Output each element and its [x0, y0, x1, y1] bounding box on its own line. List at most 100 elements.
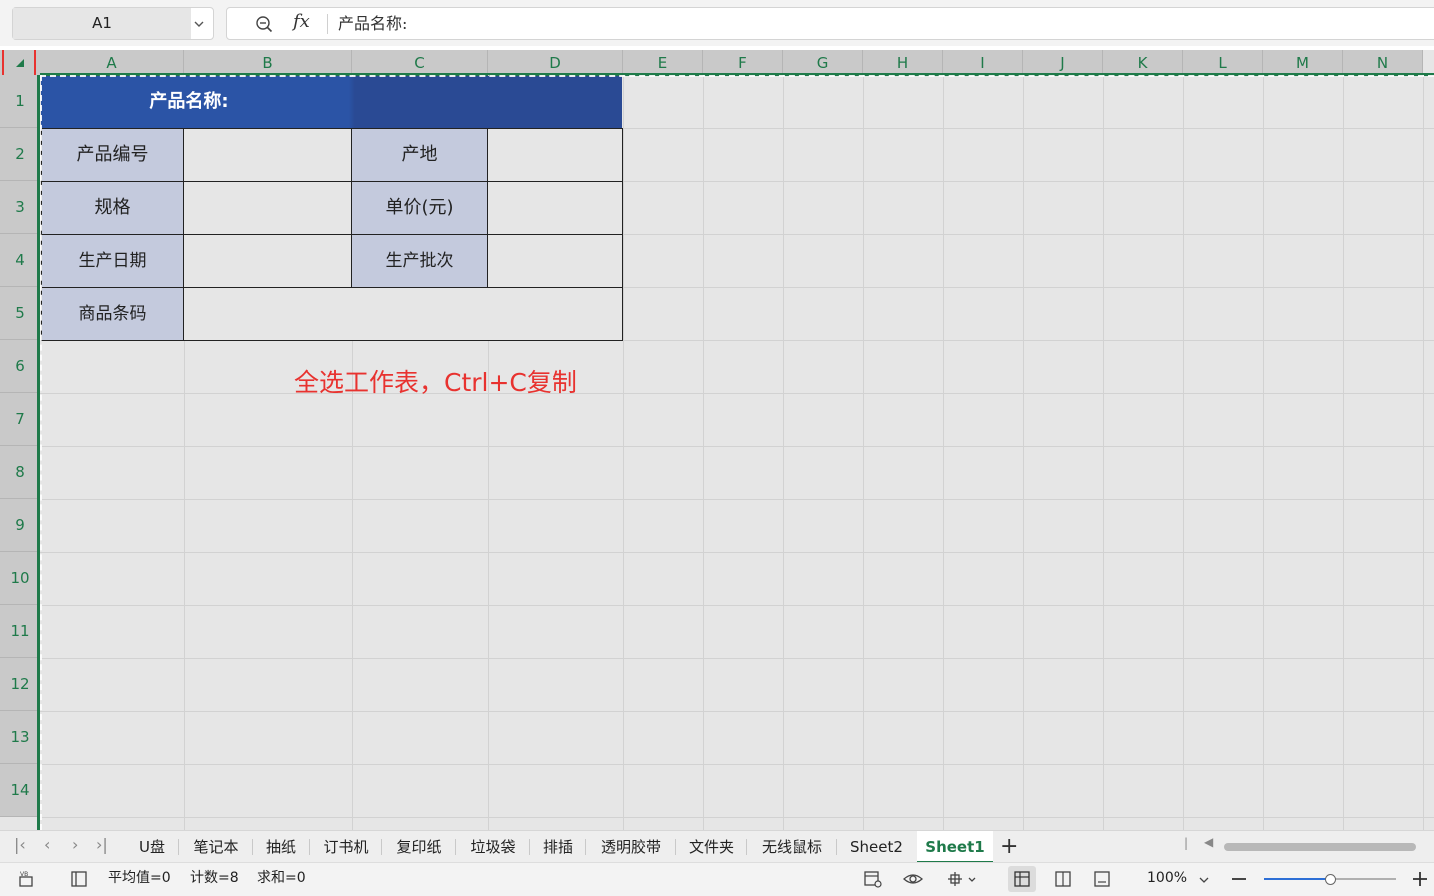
status-average[interactable]: 平均值=0 — [108, 863, 171, 894]
focus-mode-icon[interactable] — [946, 870, 978, 888]
horizontal-scrollbar[interactable] — [1224, 843, 1416, 851]
value-product-no[interactable] — [183, 128, 352, 182]
grid-column-line — [1263, 75, 1264, 830]
column-header-k[interactable]: K — [1103, 50, 1183, 75]
column-header-d[interactable]: D — [488, 50, 623, 75]
sheet-tab-bar: |‹ ‹ › ›| U盘 笔记本 抽纸 订书机 复印纸 垃圾袋 排插 透明胶带 文件夹 无线鼠标 S… — [0, 830, 1434, 863]
last-sheet-icon[interactable]: ›| — [96, 835, 108, 854]
add-sheet-button[interactable]: + — [1000, 834, 1018, 859]
zoom-search-icon[interactable] — [255, 15, 273, 33]
grid-column-line — [1023, 75, 1024, 830]
sheet-tab-separator — [178, 839, 179, 855]
row-header-9[interactable]: 9 — [0, 499, 40, 552]
row-header-4[interactable]: 4 — [0, 234, 40, 287]
grid-column-line — [1103, 75, 1104, 830]
column-header-n[interactable]: N — [1343, 50, 1423, 75]
sheet-tab-5[interactable]: 垃圾袋 — [457, 831, 529, 863]
sheet-tab-8[interactable]: 文件夹 — [677, 831, 746, 863]
page-layout-view-icon[interactable] — [1093, 870, 1111, 888]
column-header-i[interactable]: I — [943, 50, 1023, 75]
value-batch[interactable] — [487, 234, 623, 288]
sheet-tab-4[interactable]: 复印纸 — [383, 831, 455, 863]
value-origin[interactable] — [487, 128, 623, 182]
sheet-tab-9[interactable]: 无线鼠标 — [748, 831, 836, 863]
sheet-tab-separator — [529, 839, 530, 855]
column-header-g[interactable]: G — [783, 50, 863, 75]
macro-record-icon[interactable]: VB — [18, 870, 36, 888]
fx-icon[interactable]: fx — [293, 11, 310, 32]
sheet-tab-2[interactable]: 抽纸 — [253, 831, 309, 863]
sheet-tab-3[interactable]: 订书机 — [311, 831, 381, 863]
column-header-b[interactable]: B — [184, 50, 352, 75]
status-sum[interactable]: 求和=0 — [257, 863, 306, 894]
value-barcode[interactable] — [183, 287, 623, 341]
row-header-8[interactable]: 8 — [0, 446, 40, 499]
label-product-no[interactable]: 产品编号 — [41, 128, 184, 182]
label-barcode[interactable]: 商品条码 — [41, 287, 184, 341]
row-header-5[interactable]: 5 — [0, 287, 40, 340]
grid-column-line — [623, 75, 624, 830]
sheet-tab-7[interactable]: 透明胶带 — [587, 831, 675, 863]
name-box[interactable]: A1 — [12, 7, 214, 40]
label-prod-date[interactable]: 生产日期 — [41, 234, 184, 288]
formula-input[interactable]: fx 产品名称: — [226, 7, 1434, 40]
spreadsheet-grid[interactable]: ABCDEFGHIJKLMN 1 2 3 4 5 6 7 8 9 10 11 12 13 14 产品名称:… — [0, 50, 1434, 830]
row-header-11[interactable]: 11 — [0, 605, 40, 658]
sheet-tab-11[interactable]: Sheet1 — [917, 831, 993, 863]
zoom-dropdown-icon[interactable] — [1197, 870, 1211, 888]
value-unit-price[interactable] — [487, 181, 623, 235]
label-origin[interactable]: 产地 — [351, 128, 488, 182]
column-header-e[interactable]: E — [623, 50, 703, 75]
label-unit-price[interactable]: 单价(元) — [351, 181, 488, 235]
sheet-tab-1[interactable]: 笔记本 — [180, 831, 252, 863]
column-header-j[interactable]: J — [1023, 50, 1103, 75]
zoom-out-icon[interactable] — [1230, 870, 1248, 888]
grid-column-line — [703, 75, 704, 830]
column-header-l[interactable]: L — [1183, 50, 1263, 75]
value-prod-date[interactable] — [183, 234, 352, 288]
eye-protection-icon[interactable] — [903, 870, 923, 888]
label-spec[interactable]: 规格 — [41, 181, 184, 235]
sheet-list-icon[interactable] — [70, 870, 88, 888]
row-header-14[interactable]: 14 — [0, 764, 40, 817]
grid-row-line — [40, 764, 1434, 765]
next-sheet-icon[interactable]: › — [72, 835, 78, 854]
column-header-a[interactable]: A — [40, 50, 184, 75]
status-count[interactable]: 计数=8 — [190, 863, 239, 894]
row-header-3[interactable]: 3 — [0, 181, 40, 234]
row-header-6[interactable]: 6 — [0, 340, 40, 393]
grid-row-line — [40, 711, 1434, 712]
label-batch[interactable]: 生产批次 — [351, 234, 488, 288]
zoom-in-icon[interactable] — [1411, 870, 1429, 888]
sheet-tab-separator — [309, 839, 310, 855]
record-sheet-icon[interactable] — [864, 870, 882, 888]
row-header-2[interactable]: 2 — [0, 128, 40, 181]
row-header-12[interactable]: 12 — [0, 658, 40, 711]
sheet-tab-10[interactable]: Sheet2 — [838, 831, 915, 863]
status-bar: VB 平均值=0 计数=8 求和=0 100% — [0, 862, 1434, 896]
row-header-1[interactable]: 1 — [0, 75, 40, 128]
grid-row-line — [40, 552, 1434, 553]
zoom-level[interactable]: 100% — [1147, 863, 1187, 894]
sheet-tab-0[interactable]: U盘 — [126, 831, 178, 863]
row-header-10[interactable]: 10 — [0, 552, 40, 605]
column-header-c[interactable]: C — [352, 50, 488, 75]
grid-row-line — [40, 605, 1434, 606]
zoom-slider-handle[interactable] — [1325, 874, 1336, 885]
prev-sheet-icon[interactable]: ‹ — [44, 835, 50, 854]
value-spec[interactable] — [183, 181, 352, 235]
row-header-13[interactable]: 13 — [0, 711, 40, 764]
chevron-down-icon[interactable] — [193, 18, 205, 30]
row-header-7[interactable]: 7 — [0, 393, 40, 446]
scroll-left-icon[interactable]: ◀ — [1204, 835, 1213, 849]
sheet-tab-separator — [746, 839, 747, 855]
grid-row-line — [40, 817, 1434, 818]
first-sheet-icon[interactable]: |‹ — [14, 835, 26, 854]
column-header-f[interactable]: F — [703, 50, 783, 75]
normal-view-icon[interactable] — [1013, 870, 1031, 888]
column-header-m[interactable]: M — [1263, 50, 1343, 75]
grid-column-line — [1183, 75, 1184, 830]
page-break-view-icon[interactable] — [1054, 870, 1072, 888]
sheet-tab-6[interactable]: 排插 — [531, 831, 585, 863]
column-header-h[interactable]: H — [863, 50, 943, 75]
